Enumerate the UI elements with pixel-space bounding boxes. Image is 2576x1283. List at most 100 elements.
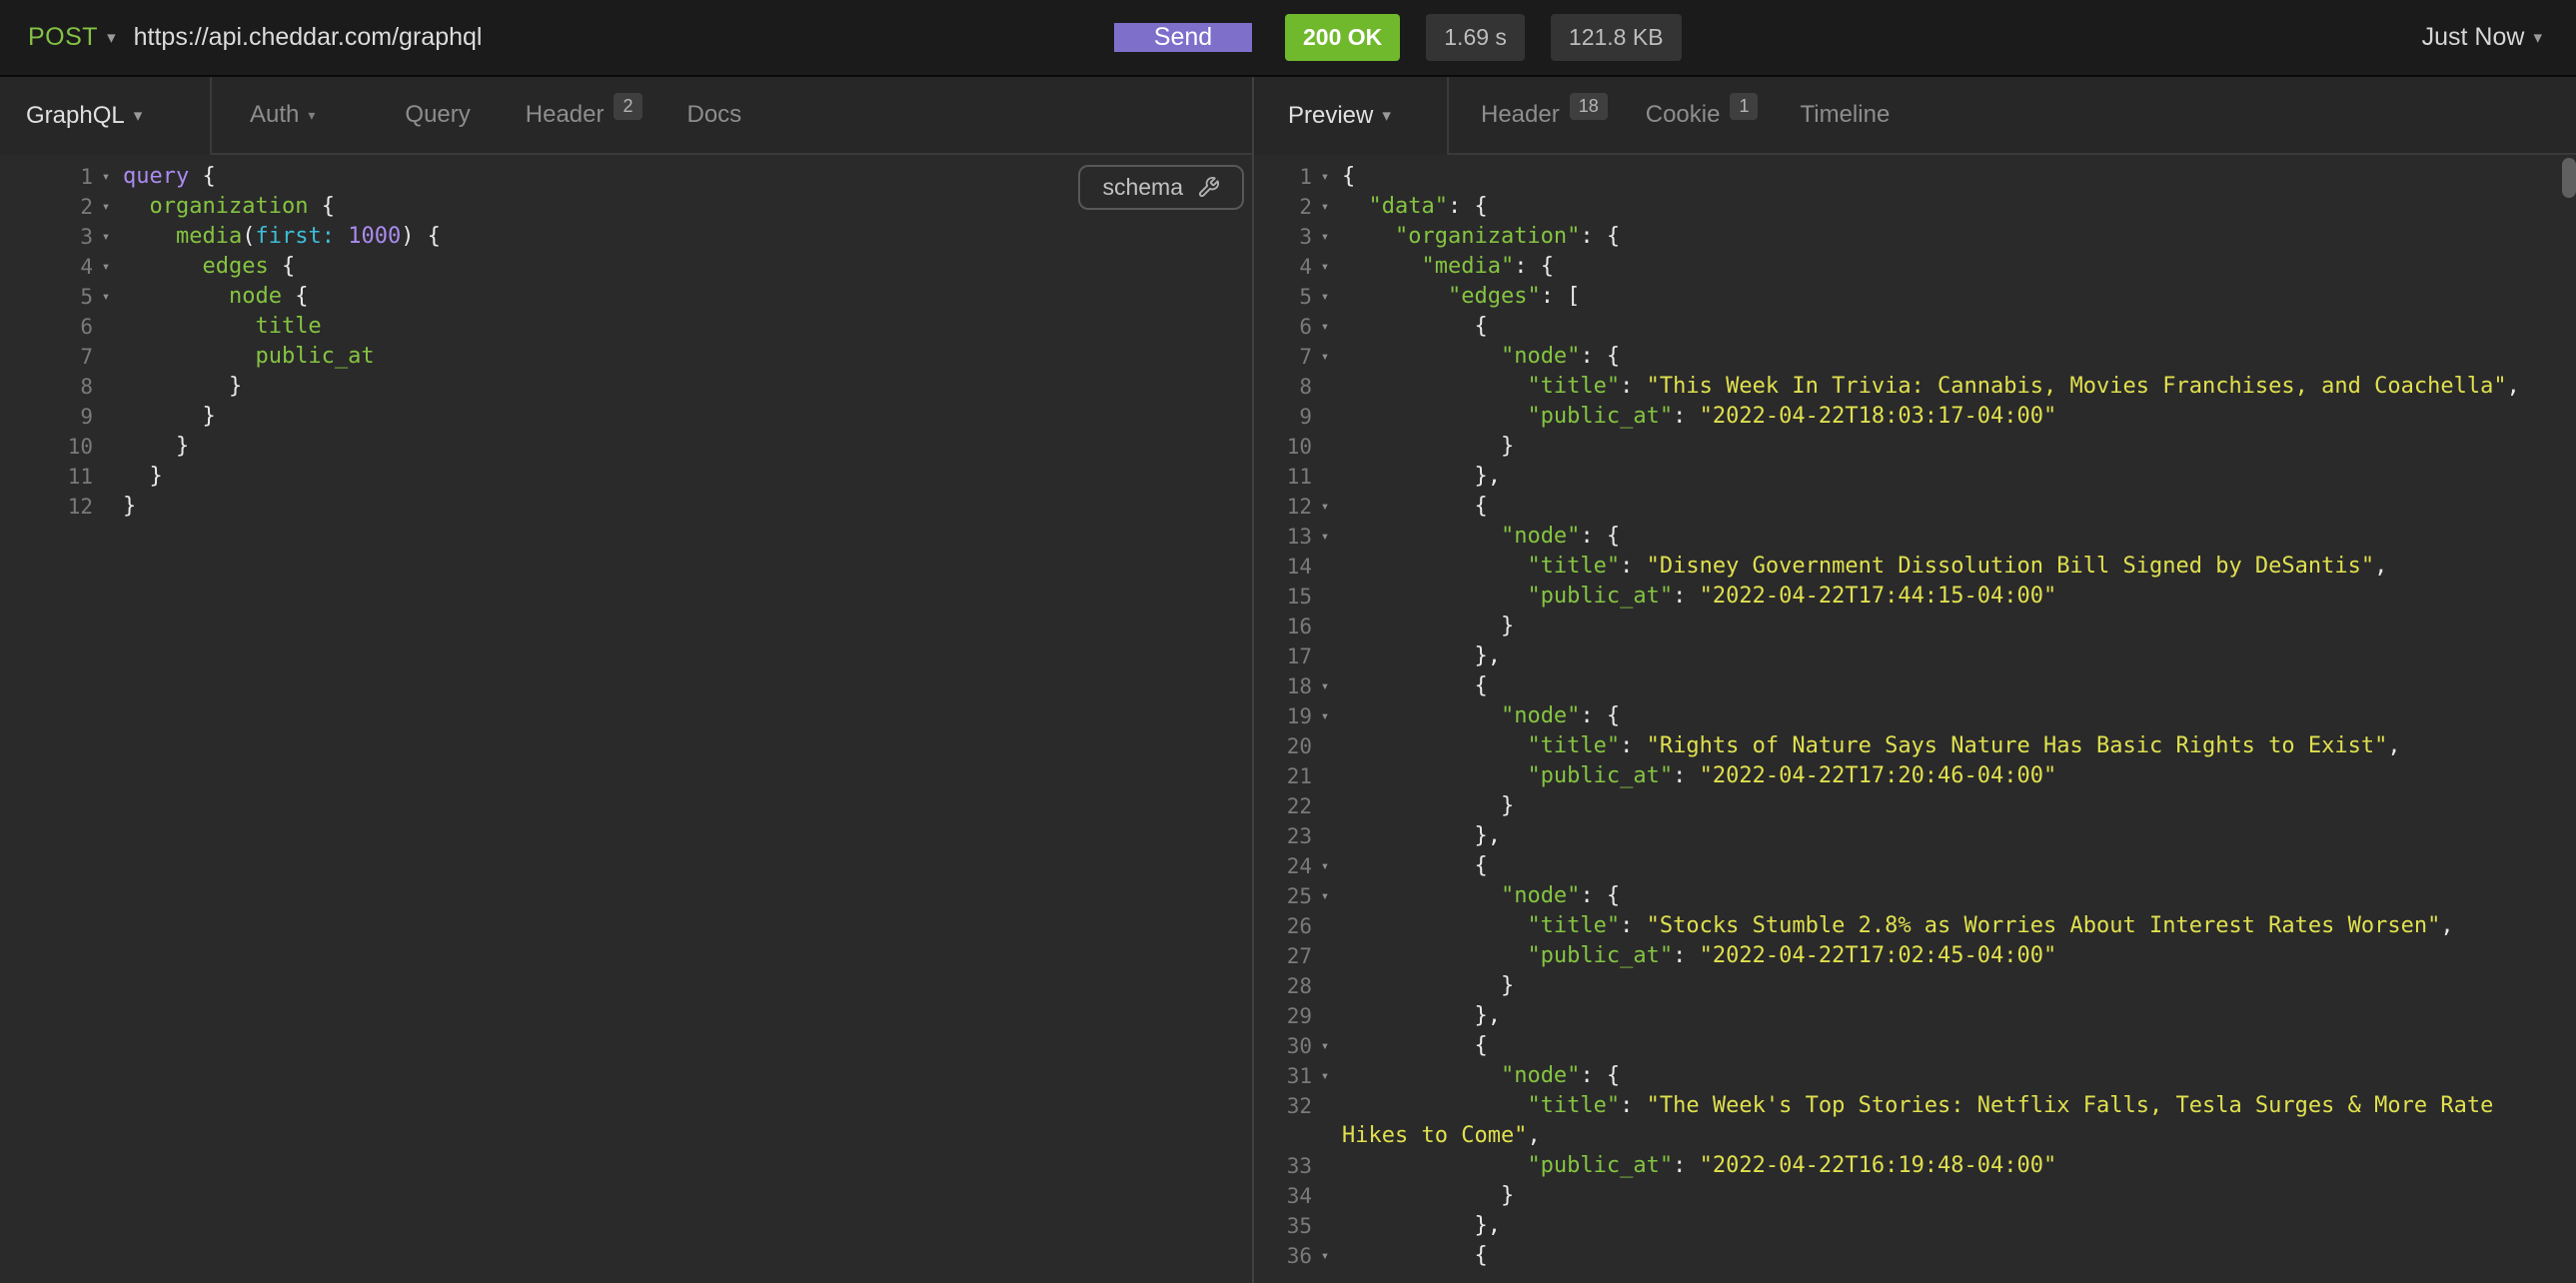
code-line: 17 }, xyxy=(1254,642,2576,671)
code-text: "title": "Rights of Nature Says Nature H… xyxy=(1338,731,2401,761)
code-line: 3▾ "organization": { xyxy=(1254,222,2576,252)
code-line: 30▾ { xyxy=(1254,1031,2576,1061)
code-text: }, xyxy=(1338,642,1501,671)
code-text: } xyxy=(119,432,189,462)
code-text: organization { xyxy=(119,192,335,222)
code-line: 8 } xyxy=(0,372,1252,402)
line-number: 8 xyxy=(1254,372,1312,402)
code-text: } xyxy=(1338,612,1514,642)
code-line: 9 } xyxy=(0,402,1252,432)
response-tab-bar: Preview ▾ Header 18 Cookie 1 Timeline xyxy=(1252,77,2576,155)
tab-cookie[interactable]: Cookie 1 xyxy=(1646,77,1759,153)
line-number: 21 xyxy=(1254,761,1312,791)
code-line: 2▾ "data": { xyxy=(1254,192,2576,222)
graphql-query-editor[interactable]: schema 1▾query {2▾ organization {3▾ medi… xyxy=(0,155,1252,1283)
code-text: { xyxy=(1338,1031,1488,1061)
code-line: 4▾ "media": { xyxy=(1254,252,2576,282)
fold-toggle-icon[interactable]: ▾ xyxy=(1312,282,1338,312)
cookie-count-badge: 1 xyxy=(1730,93,1758,120)
request-tabs: Auth ▾ Query Header 2 Docs xyxy=(212,77,1252,155)
code-text: }, xyxy=(1338,462,1501,492)
fold-toggle-icon[interactable]: ▾ xyxy=(1312,252,1338,282)
top-bar: POST ▾ https://api.cheddar.com/graphql S… xyxy=(0,0,2576,77)
code-line: 1▾{ xyxy=(1254,162,2576,192)
line-number: 32 xyxy=(1254,1091,1312,1121)
line-number: 33 xyxy=(1254,1151,1312,1181)
line-number: 15 xyxy=(1254,582,1312,612)
line-number: 14 xyxy=(1254,552,1312,582)
tab-auth[interactable]: Auth ▾ xyxy=(250,77,315,153)
fold-toggle-icon[interactable]: ▾ xyxy=(1312,162,1338,192)
line-number: 2 xyxy=(1254,192,1312,222)
fold-spacer xyxy=(1312,1001,1338,1031)
line-number: 22 xyxy=(1254,791,1312,821)
code-text: } xyxy=(119,492,136,522)
fold-spacer xyxy=(1312,1181,1338,1211)
fold-toggle-icon[interactable]: ▾ xyxy=(1312,1061,1338,1091)
fold-toggle-icon[interactable]: ▾ xyxy=(93,222,119,252)
tab-query[interactable]: Query xyxy=(405,77,470,153)
code-line: 1▾query { xyxy=(0,162,1252,192)
tab-response-header[interactable]: Header 18 xyxy=(1481,77,1608,153)
line-number: 10 xyxy=(0,432,93,462)
line-number: 6 xyxy=(1254,312,1312,342)
line-number: 36 xyxy=(1254,1241,1312,1271)
chevron-down-icon: ▾ xyxy=(107,28,116,48)
wrench-icon xyxy=(1197,176,1220,199)
scrollbar-thumb[interactable] xyxy=(2562,158,2576,198)
code-line: 2▾ organization { xyxy=(0,192,1252,222)
fold-spacer xyxy=(1312,582,1338,612)
line-number: 2 xyxy=(0,192,93,222)
fold-spacer xyxy=(1312,1121,1338,1151)
code-line: 31▾ "node": { xyxy=(1254,1061,2576,1091)
fold-toggle-icon[interactable]: ▾ xyxy=(1312,222,1338,252)
response-preview-editor[interactable]: 1▾{2▾ "data": {3▾ "organization": {4▾ "m… xyxy=(1252,155,2576,1283)
preview-mode-dropdown[interactable]: Preview ▾ xyxy=(1254,77,1449,155)
tab-timeline[interactable]: Timeline xyxy=(1800,77,1890,153)
body-type-dropdown[interactable]: GraphQL ▾ xyxy=(0,77,212,155)
code-text: "title": "The Week's Top Stories: Netfli… xyxy=(1338,1091,2493,1121)
schema-button[interactable]: schema xyxy=(1078,165,1244,210)
code-text: "public_at": "2022-04-22T17:20:46-04:00" xyxy=(1338,761,2056,791)
fold-toggle-icon[interactable]: ▾ xyxy=(93,252,119,282)
fold-toggle-icon[interactable]: ▾ xyxy=(1312,492,1338,522)
code-line: 34 } xyxy=(1254,1181,2576,1211)
tab-row: GraphQL ▾ Auth ▾ Query Header 2 Docs Pre… xyxy=(0,77,2576,155)
fold-toggle-icon[interactable]: ▾ xyxy=(1312,881,1338,911)
code-line: 12} xyxy=(0,492,1252,522)
code-line: 6▾ { xyxy=(1254,312,2576,342)
fold-toggle-icon[interactable]: ▾ xyxy=(93,192,119,222)
fold-toggle-icon[interactable]: ▾ xyxy=(1312,671,1338,701)
fold-toggle-icon[interactable]: ▾ xyxy=(1312,342,1338,372)
url-input[interactable]: https://api.cheddar.com/graphql xyxy=(134,23,1114,52)
fold-toggle-icon[interactable]: ▾ xyxy=(1312,312,1338,342)
fold-toggle-icon[interactable]: ▾ xyxy=(1312,851,1338,881)
line-number: 4 xyxy=(0,252,93,282)
fold-toggle-icon[interactable]: ▾ xyxy=(1312,192,1338,222)
code-line: 24▾ { xyxy=(1254,851,2576,881)
fold-toggle-icon[interactable]: ▾ xyxy=(93,282,119,312)
fold-toggle-icon[interactable]: ▾ xyxy=(1312,701,1338,731)
response-history-label: Just Now xyxy=(2422,23,2525,52)
tab-docs[interactable]: Docs xyxy=(687,77,742,153)
fold-toggle-icon[interactable]: ▾ xyxy=(1312,522,1338,552)
tab-header[interactable]: Header 2 xyxy=(526,77,643,153)
code-line: 32 "title": "The Week's Top Stories: Net… xyxy=(1254,1091,2576,1121)
code-line: 6 title xyxy=(0,312,1252,342)
code-text: "organization": { xyxy=(1338,222,1620,252)
fold-toggle-icon[interactable]: ▾ xyxy=(93,162,119,192)
code-line: 35 }, xyxy=(1254,1211,2576,1241)
response-time-badge: 1.69 s xyxy=(1426,14,1525,61)
code-line: 29 }, xyxy=(1254,1001,2576,1031)
code-line: 25▾ "node": { xyxy=(1254,881,2576,911)
response-history-dropdown[interactable]: Just Now ▾ xyxy=(2422,23,2576,52)
line-number: 10 xyxy=(1254,432,1312,462)
fold-toggle-icon[interactable]: ▾ xyxy=(1312,1031,1338,1061)
send-button[interactable]: Send xyxy=(1114,23,1252,52)
line-number: 3 xyxy=(0,222,93,252)
code-line: 8 "title": "This Week In Trivia: Cannabi… xyxy=(1254,372,2576,402)
method-dropdown[interactable]: POST ▾ xyxy=(28,23,116,52)
code-line: 33 "public_at": "2022-04-22T16:19:48-04:… xyxy=(1254,1151,2576,1181)
code-line: 19▾ "node": { xyxy=(1254,701,2576,731)
fold-toggle-icon[interactable]: ▾ xyxy=(1312,1241,1338,1271)
